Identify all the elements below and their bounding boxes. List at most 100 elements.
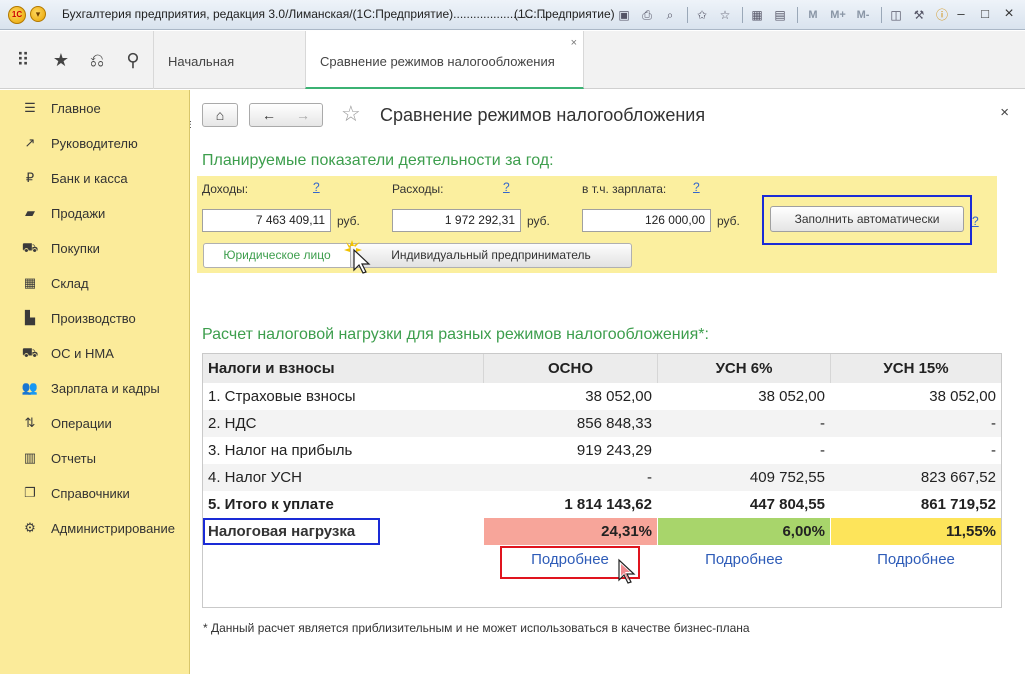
memory-m-button[interactable]: M [802, 5, 824, 25]
column-header-usn15: УСН 15% [883, 360, 949, 377]
value-usn15: - [991, 415, 996, 432]
click-spark-cursor-icon [344, 240, 371, 274]
sidebar-item-assets[interactable]: ⛟ ОС и НМА [0, 338, 190, 368]
toolbar-divider [687, 7, 688, 23]
tab-home[interactable]: Начальная страница [153, 31, 305, 131]
sidebar-item-label: Склад [51, 275, 89, 291]
truck-icon: ⛟ [21, 345, 39, 360]
sidebar-item-salary[interactable]: 👥 Зарплата и кадры [0, 373, 190, 403]
preview-icon[interactable]: ⌕ [660, 5, 680, 25]
expense-help-link[interactable]: ? [503, 180, 510, 194]
close-icon[interactable]: × [997, 4, 1021, 24]
income-field[interactable]: 7 463 409,11 [202, 209, 331, 232]
value-osno: 919 243,29 [576, 442, 652, 459]
salary-field[interactable]: 126 000,00 [582, 209, 711, 232]
table-row: 1. Страховые взносы 38 052,00 38 052,00 … [203, 383, 1001, 410]
entity-legal-option[interactable]: Юридическое лицо [203, 243, 351, 268]
page-title: Сравнение режимов налогообложения [380, 105, 706, 125]
favorites-icon[interactable]: ☆ [715, 5, 735, 25]
sidebar-item-catalogs[interactable]: ❐ Справочники [0, 478, 190, 508]
forward-arrow-icon[interactable]: → [286, 104, 320, 126]
entity-individual-option[interactable]: Индивидуальный предприниматель [350, 243, 632, 268]
sidebar-item-admin[interactable]: ⚙ Администрирование [0, 513, 190, 543]
people-icon: 👥 [21, 380, 39, 395]
salary-help-link[interactable]: ? [693, 180, 700, 194]
table-total-row: 5. Итого к уплате 1 814 143,62 447 804,5… [203, 491, 1001, 518]
details-link-usn15[interactable]: Подробнее [831, 551, 1001, 568]
column-header-osno: ОСНО [548, 360, 593, 377]
tab-close-icon[interactable]: × [571, 37, 577, 49]
calculator-icon[interactable]: ▤ [770, 5, 790, 25]
memory-plus-button[interactable]: M+ [827, 5, 849, 25]
search-icon[interactable]: ⚲ [122, 49, 144, 71]
bar-chart-icon: ▥ [23, 450, 37, 465]
minimize-icon[interactable]: – [949, 4, 973, 24]
maximize-icon[interactable]: □ [973, 4, 997, 24]
table-row: 4. Налог УСН - 409 752,55 823 667,52 [203, 464, 1001, 491]
value-usn15: 38 052,00 [929, 388, 996, 405]
row-label: 5. Итого к уплате [208, 496, 334, 513]
shopping-bag-icon: ▰ [25, 205, 35, 220]
sidebar-item-label: Администрирование [51, 520, 175, 536]
value-usn6: 38 052,00 [758, 388, 825, 405]
expense-field[interactable]: 1 972 292,31 [392, 209, 521, 232]
toolbar-divider [797, 7, 798, 23]
sidebar-item-label: Справочники [51, 485, 130, 501]
value-usn15: - [991, 442, 996, 459]
calendar-icon[interactable]: ▦ [747, 5, 767, 25]
column-header-taxes: Налоги и взносы [208, 360, 335, 377]
fill-automatically-button[interactable]: Заполнить автоматически [770, 206, 964, 232]
main-menu-icon[interactable]: ▾ [30, 6, 46, 22]
factory-icon: ▙ [25, 310, 35, 325]
sidebar-item-sales[interactable]: ▰ Продажи [0, 198, 190, 228]
home-icon: ⌂ [215, 107, 225, 123]
income-currency: руб. [337, 214, 360, 228]
table-row: 2. НДС 856 848,33 - - [203, 410, 1001, 437]
menu-lines-icon: ☰ [24, 100, 36, 115]
fill-help-link[interactable]: ? [972, 214, 979, 228]
sidebar-item-label: Главное [51, 100, 101, 116]
sidebar-item-warehouse[interactable]: ▦ Склад [0, 268, 190, 298]
window-platform: (1С:Предприятие) [514, 7, 615, 21]
details-link-usn6[interactable]: Подробнее [658, 551, 830, 568]
apps-grid-icon[interactable]: ⠿ [12, 49, 34, 71]
tax-load-row: Налоговая нагрузка 24,31% 6,00% 11,55% [203, 518, 1001, 545]
print-icon[interactable]: ⎙ [637, 5, 657, 25]
history-nav: ← → [249, 103, 323, 127]
settings-wrench-icon[interactable]: ⚒ [909, 5, 929, 25]
history-icon[interactable]: ⎌ [86, 49, 108, 71]
table-row: 3. Налог на прибыль 919 243,29 - - [203, 437, 1001, 464]
tab-tax-comparison[interactable]: Сравнение режимов налогообложения × [305, 31, 584, 89]
table-header-row: Налоги и взносы ОСНО УСН 6% УСН 15% [203, 354, 1001, 383]
back-arrow-icon[interactable]: ← [252, 104, 286, 126]
tax-load-label: Налоговая нагрузка [203, 518, 380, 545]
sidebar-item-main[interactable]: ☰ Главное [0, 93, 190, 123]
window-title: Бухгалтерия предприятия, редакция 3.0/Ли… [62, 7, 550, 21]
sidebar-item-label: Покупки [51, 240, 100, 256]
sidebar-item-reports[interactable]: ▥ Отчеты [0, 443, 190, 473]
operations-icon: ⇅ [24, 415, 36, 430]
favorites-star-icon[interactable]: ★ [50, 49, 72, 71]
close-form-icon[interactable]: × [1000, 104, 1009, 121]
sidebar-item-bank[interactable]: ₽ Банк и касса [0, 163, 190, 193]
value-usn6: 409 752,55 [749, 469, 825, 486]
trend-chart-icon: ↗ [24, 135, 36, 150]
add-to-favorites-star-icon[interactable]: ☆ [341, 102, 361, 126]
home-button[interactable]: ⌂ [202, 103, 238, 127]
sidebar-item-operations[interactable]: ⇅ Операции [0, 408, 190, 438]
income-label: Доходы: [202, 182, 249, 196]
row-label: 3. Налог на прибыль [208, 442, 353, 459]
income-help-link[interactable]: ? [313, 180, 320, 194]
salary-label: в т.ч. зарплата: [582, 182, 667, 196]
sidebar-item-manager[interactable]: ↗ Руководителю [0, 128, 190, 158]
warehouse-boxes-icon: ▦ [23, 275, 37, 290]
panels-icon[interactable]: ◫ [886, 5, 906, 25]
plan-section-title: Планируемые показатели деятельности за г… [202, 152, 554, 169]
sidebar-item-purchases[interactable]: ⛟ Покупки [0, 233, 190, 263]
sidebar-item-production[interactable]: ▙ Производство [0, 303, 190, 333]
add-favorite-icon[interactable]: ✩ [692, 5, 712, 25]
1c-logo-icon[interactable]: 1С [8, 6, 26, 24]
tax-load-usn15: 11,55% [831, 518, 1001, 545]
save-icon[interactable]: ▣ [614, 5, 634, 25]
memory-minus-button[interactable]: M- [852, 5, 874, 25]
